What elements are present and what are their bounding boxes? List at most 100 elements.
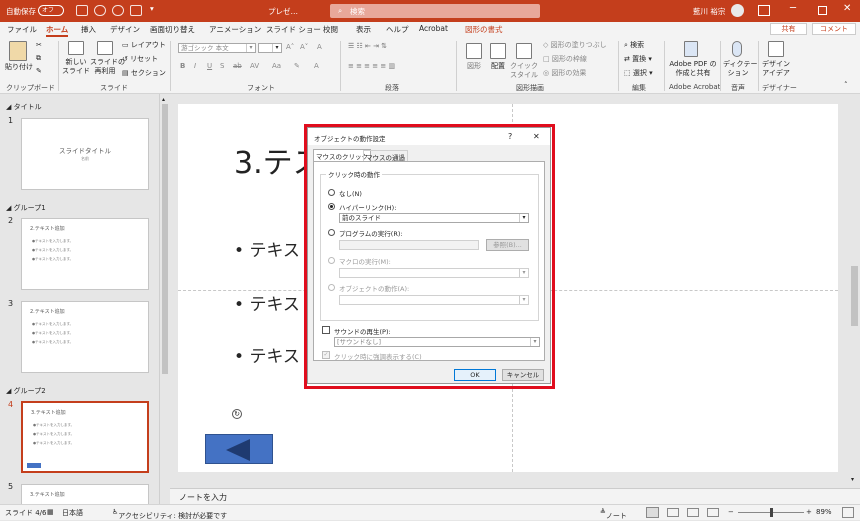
format-painter-icon[interactable]: ✎: [36, 67, 42, 76]
grow-font-icon[interactable]: A˄: [286, 43, 294, 52]
shape-outline-button[interactable]: □ 図形の枠線: [543, 55, 587, 64]
back-arrow-button-shape[interactable]: [205, 434, 273, 464]
shape-effects-button[interactable]: ◎ 図形の効果: [543, 69, 586, 78]
slide-thumbnail[interactable]: スライドタイトル 名前: [21, 118, 149, 190]
fit-to-window-icon[interactable]: [842, 507, 854, 518]
tab-help[interactable]: ヘルプ: [386, 24, 409, 35]
slide-bullet[interactable]: • テキス: [234, 290, 300, 315]
copy-icon[interactable]: ⧉: [36, 54, 41, 63]
tab-animations[interactable]: アニメーション: [209, 24, 261, 35]
tab-review[interactable]: 校閲: [323, 24, 338, 35]
thumbnail-scrollbar[interactable]: ▴: [161, 94, 169, 488]
reuse-slides-button[interactable]: スライドの 再利用: [90, 58, 125, 76]
tab-view[interactable]: 表示: [356, 24, 371, 35]
zoom-slider-thumb[interactable]: [770, 508, 773, 517]
tab-slideshow[interactable]: スライド ショー: [266, 24, 321, 35]
save-icon[interactable]: [76, 5, 88, 16]
start-slideshow-icon[interactable]: [130, 5, 142, 16]
language[interactable]: 日本語: [62, 508, 83, 518]
close-window-icon[interactable]: ✕: [843, 3, 851, 14]
microphone-icon[interactable]: [732, 41, 742, 57]
layout-button[interactable]: ▭ レイアウト: [122, 41, 166, 50]
new-slide-button[interactable]: 新しい スライド: [62, 58, 90, 76]
slide-thumbnail[interactable]: 2.テキスト追加 ●テキストを入力します。 ●テキストを入力します。 ●テキスト…: [21, 218, 149, 290]
scroll-down-icon[interactable]: ▾: [851, 476, 854, 483]
reuse-slides-icon[interactable]: [97, 41, 113, 55]
normal-view-icon[interactable]: [646, 507, 659, 518]
slideshow-view-icon[interactable]: [707, 508, 719, 517]
change-case-button[interactable]: Aa: [272, 62, 281, 71]
tab-home[interactable]: ホーム: [46, 24, 69, 37]
tab-acrobat[interactable]: Acrobat: [419, 24, 448, 33]
strikethrough-button[interactable]: ab: [233, 62, 242, 71]
search-box[interactable]: ⌕ 検索: [330, 4, 540, 18]
create-pdf-button[interactable]: Adobe PDF の 作成と共有: [668, 60, 718, 78]
tab-shape-format[interactable]: 図形の書式: [465, 24, 503, 35]
accessibility-status[interactable]: ♿ アクセシビリティ: 検討が必要です: [112, 508, 227, 520]
maximize-icon[interactable]: [818, 6, 827, 15]
zoom-out-icon[interactable]: −: [728, 508, 734, 516]
slide-thumbnail[interactable]: 2.テキスト追加 ●テキストを入力します。 ●テキストを入力します。 ●テキスト…: [21, 301, 149, 373]
minimize-icon[interactable]: ─: [790, 3, 796, 14]
comment-button[interactable]: コメント: [812, 23, 856, 35]
select-button[interactable]: ⬚ 選択 ▾: [624, 69, 653, 78]
font-color-button[interactable]: A: [314, 62, 319, 71]
notes-toggle[interactable]: ≜ ノート: [600, 508, 627, 520]
slide-sorter-icon[interactable]: [667, 508, 679, 517]
find-button[interactable]: ⌕ 検索: [624, 41, 644, 50]
rotate-handle-icon[interactable]: ↻: [232, 409, 242, 419]
char-spacing-button[interactable]: AV: [250, 62, 259, 71]
shapes-button[interactable]: 図形: [466, 62, 482, 71]
canvas-scrollbar[interactable]: ▾: [849, 94, 860, 488]
underline-button[interactable]: U: [207, 62, 212, 71]
reset-button[interactable]: ↺ リセット: [122, 55, 158, 64]
section-header[interactable]: ◢ タイトル: [6, 102, 42, 112]
design-ideas-button[interactable]: デザイン アイデア: [762, 60, 790, 78]
scroll-up-icon[interactable]: ▴: [162, 96, 165, 103]
highlight-icon[interactable]: ✎: [294, 62, 300, 71]
autosave-toggle[interactable]: オフ: [38, 5, 64, 16]
spellcheck-icon[interactable]: ▦: [47, 508, 54, 516]
bold-button[interactable]: B: [180, 62, 185, 71]
reading-view-icon[interactable]: [687, 508, 699, 517]
shapes-icon[interactable]: [466, 43, 482, 59]
shadow-button[interactable]: S: [220, 62, 224, 71]
paste-icon[interactable]: [9, 41, 27, 61]
shrink-font-icon[interactable]: A˅: [300, 43, 308, 52]
slide-bullet[interactable]: • テキス: [234, 236, 300, 261]
quick-styles-icon[interactable]: [516, 43, 532, 59]
section-header[interactable]: ◢ グループ2: [6, 386, 46, 396]
align-icons[interactable]: ≡ ≡ ≡ ≡ ≡ ▥: [348, 62, 395, 71]
slide-thumbnail[interactable]: 3.テキスト追加: [21, 484, 149, 504]
quick-styles-button[interactable]: クイック スタイル: [510, 62, 538, 80]
ribbon-display-icon[interactable]: [758, 5, 770, 16]
arrange-button[interactable]: 配置: [488, 62, 508, 71]
font-size-combo[interactable]: ▾: [258, 43, 282, 53]
arrange-icon[interactable]: [490, 43, 506, 59]
font-name-combo[interactable]: 游ゴシック 本文 ▾: [178, 43, 256, 53]
section-header[interactable]: ◢ グループ1: [6, 203, 46, 213]
section-button[interactable]: ▤ セクション: [122, 69, 166, 78]
zoom-in-icon[interactable]: +: [806, 508, 812, 516]
scrollbar-thumb[interactable]: [162, 104, 168, 374]
slide-bullet[interactable]: • テキス: [234, 342, 300, 367]
clear-format-icon[interactable]: A: [317, 43, 322, 52]
dictate-button[interactable]: ディクテー ション: [723, 60, 758, 78]
slide-thumbnail-selected[interactable]: 3.テキスト追加 ●テキストを入力します。 ●テキストを入力します。 ●テキスト…: [21, 401, 149, 473]
scrollbar-thumb[interactable]: [851, 266, 858, 326]
collapse-ribbon-icon[interactable]: ˄: [844, 81, 848, 90]
new-slide-icon[interactable]: [68, 41, 84, 55]
paste-button[interactable]: 貼り付け: [3, 63, 35, 72]
replace-button[interactable]: ⇄ 置換 ▾: [624, 55, 652, 64]
tab-design[interactable]: デザイン: [110, 24, 140, 35]
tab-insert[interactable]: 挿入: [81, 24, 96, 35]
tab-transitions[interactable]: 画面切り替え: [150, 24, 195, 35]
design-ideas-icon[interactable]: [768, 41, 784, 57]
undo-icon[interactable]: [94, 5, 106, 16]
share-button[interactable]: 共有: [770, 23, 807, 35]
shape-fill-button[interactable]: ◇ 図形の塗りつぶし: [543, 41, 607, 50]
notes-pane[interactable]: ノートを入力: [170, 488, 860, 504]
zoom-level[interactable]: 89%: [816, 508, 832, 516]
bullets-icon[interactable]: ☰ ☷ ⇤ ⇥ ⇅: [348, 42, 387, 51]
tab-file[interactable]: ファイル: [7, 24, 37, 35]
